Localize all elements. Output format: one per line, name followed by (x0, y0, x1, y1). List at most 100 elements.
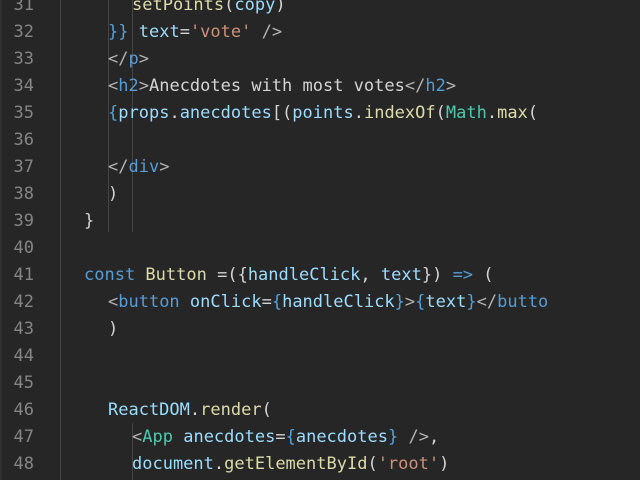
code-line[interactable]: 37 </div> (0, 154, 640, 181)
code-line[interactable]: 38) (0, 181, 640, 208)
code-token: > (138, 76, 149, 96)
code-line[interactable]: 33 </p> (0, 46, 640, 73)
code-token: } (466, 292, 477, 312)
code-token: . (213, 454, 225, 474)
code-token: ) (275, 0, 286, 15)
code-token: > (159, 157, 170, 177)
line-number: 42 (13, 292, 34, 312)
line-code: </div> (108, 154, 169, 181)
code-token: ( (367, 454, 378, 474)
code-token: ReactDOM (108, 400, 190, 420)
code-editor[interactable]: 31 setPoints(copy) 32}} text='vote' /> 33 </… (0, 0, 640, 480)
code-line[interactable]: 47 <App anecdotes={anecdotes} />, (0, 424, 640, 451)
code-token: indexOf (363, 103, 436, 123)
code-token: /> (398, 427, 429, 447)
line-number: 31 (13, 0, 34, 15)
code-token: onClick (189, 292, 262, 312)
code-line[interactable]: 46 ReactDOM.render( (0, 397, 640, 424)
code-token: } (118, 22, 139, 42)
code-line[interactable]: 42 <button onClick={handleClick}>{text}</… (0, 289, 640, 316)
code-token: ) (108, 184, 119, 204)
code-token: document (132, 454, 214, 474)
code-token: /> (251, 22, 283, 42)
code-token: </ (108, 49, 129, 69)
code-line[interactable]: 35 {props.anecdotes[(points.indexOf(Math.… (0, 100, 640, 127)
line-number: 33 (13, 49, 34, 69)
code-token: points (292, 103, 354, 123)
line-number: 34 (13, 76, 34, 96)
line-code: ) (108, 316, 118, 343)
code-token: </ (476, 292, 498, 312)
code-token: { (237, 265, 248, 285)
code-token: setPoints (132, 0, 225, 15)
line-number: 38 (13, 184, 34, 204)
code-line[interactable]: 48 document.getElementById('root') (0, 451, 640, 478)
code-line[interactable]: 32 }} text='vote' /> (0, 19, 640, 46)
code-token: handleClick (247, 265, 361, 285)
code-token: Button (145, 265, 207, 285)
code-token: p (128, 49, 139, 69)
code-token: div (128, 157, 160, 177)
code-token: h2 (118, 76, 139, 96)
code-line[interactable]: 31 setPoints(copy) (0, 0, 640, 19)
code-token: = (179, 22, 190, 42)
code-token: = (275, 427, 286, 447)
code-token: ( (435, 103, 446, 123)
code-token: h2 (425, 76, 446, 96)
code-token: App (142, 427, 173, 447)
code-line[interactable]: 43) (0, 316, 640, 343)
code-token: Anecdotes with most votes (148, 76, 405, 96)
code-token: button (118, 292, 180, 312)
code-token: < (108, 292, 119, 312)
code-token: , (360, 265, 381, 285)
code-token: ) (439, 454, 450, 474)
line-code: const Button =({handleClick, text}) => ( (84, 262, 494, 289)
code-token: props (118, 103, 170, 123)
line-number: 48 (13, 454, 34, 474)
code-token: </ (108, 157, 129, 177)
code-token: handleClick (282, 292, 395, 312)
line-number: 45 (13, 373, 34, 393)
code-token: ) (108, 319, 119, 339)
line-number: 47 (13, 427, 34, 447)
code-token: > (445, 76, 457, 96)
code-line[interactable]: 45 (0, 370, 640, 397)
code-token: anecdotes (179, 103, 272, 123)
code-token: } (108, 22, 119, 42)
code-token: getElementById (224, 454, 368, 474)
code-line[interactable]: 34 <h2>Anecdotes with most votes</h2> (0, 73, 640, 100)
code-token: } (387, 427, 399, 447)
code-token: < (132, 427, 143, 447)
code-token: text (138, 22, 180, 42)
code-token: Math (445, 103, 487, 123)
code-token: </ (404, 76, 426, 96)
line-code: }} text='vote' /> (108, 19, 282, 46)
line-number: 32 (13, 22, 34, 42)
line-code: <h2>Anecdotes with most votes</h2> (108, 73, 456, 100)
code-token: render (200, 400, 262, 420)
code-line[interactable]: 44 (0, 343, 640, 370)
line-number: 40 (13, 238, 34, 258)
code-line[interactable]: 41 const Button =({handleClick, text}) =>… (0, 262, 640, 289)
code-token: anecdotes (183, 427, 276, 447)
line-code: </p> (108, 46, 149, 73)
code-token: { (108, 103, 119, 123)
line-code: <App anecdotes={anecdotes} />, (132, 424, 439, 451)
line-number: 43 (13, 319, 34, 339)
code-token: 'root' (377, 454, 440, 474)
code-token: < (108, 76, 119, 96)
code-token: butto (497, 292, 549, 312)
code-line[interactable]: 39} (0, 208, 640, 235)
code-line[interactable]: 36 (0, 127, 640, 154)
line-code: <button onClick={handleClick}>{text}</bu… (108, 289, 548, 316)
code-token: text (425, 292, 467, 312)
code-token: text (380, 265, 422, 285)
code-line[interactable]: 40 (0, 235, 640, 262)
code-token: { (415, 292, 426, 312)
line-code: {props.anecdotes[(points.indexOf(Math.ma… (108, 100, 538, 127)
code-token: } (394, 292, 405, 312)
code-token: > (404, 292, 416, 312)
line-code: ) (108, 181, 118, 208)
